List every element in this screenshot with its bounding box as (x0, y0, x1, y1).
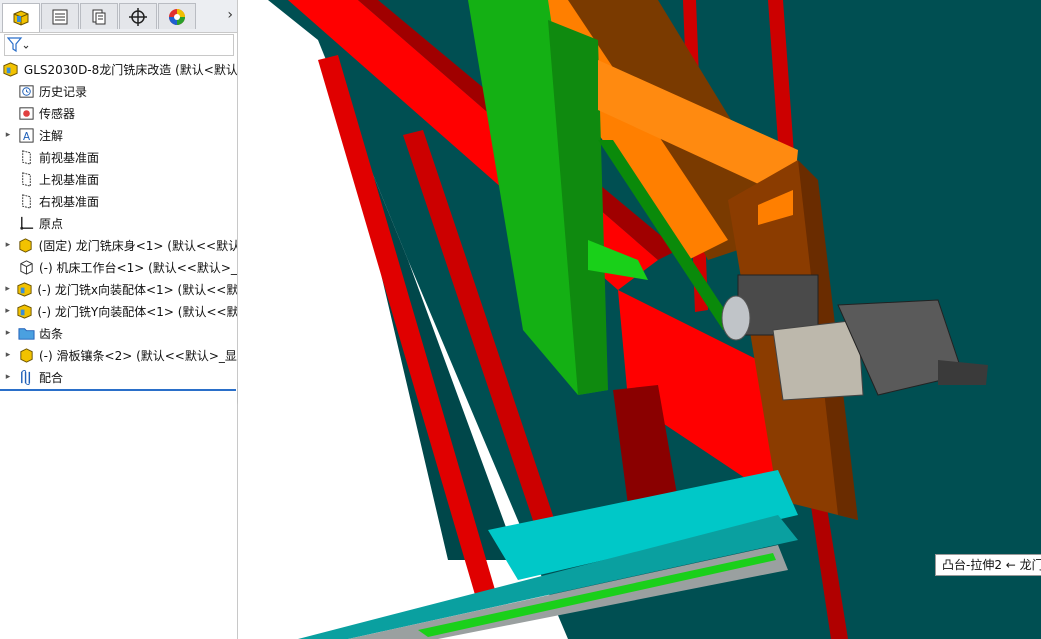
expand-arrow-icon[interactable]: ▸ (3, 372, 13, 382)
tab-property-manager[interactable] (41, 3, 79, 29)
plane-icon (17, 148, 35, 166)
feature-manager-panel: › GLS2030D-8龙门铣床改造 (默认<默认历史记录传感器 ▸ A 注解前视基准… (0, 0, 238, 639)
origin-icon (17, 214, 35, 232)
tree-item-label: 齿条 (39, 326, 64, 341)
spindle-disc (721, 295, 751, 341)
tab-dimxpert-manager[interactable] (119, 3, 157, 29)
assembly-icon (2, 60, 20, 78)
expand-arrow-icon[interactable]: ▸ (3, 350, 13, 360)
tree-item[interactable]: ▸ 齿条 (0, 322, 237, 344)
tree-item[interactable]: ▸ (-) 龙门铣Y向装配体<1> (默认<<默认 (0, 300, 237, 322)
tree-item[interactable]: 历史记录 (0, 80, 237, 102)
tree-item[interactable]: ▸ A 注解 (0, 124, 237, 146)
graphics-viewport[interactable] (238, 0, 1041, 639)
tree-item[interactable]: ▸ (-) 滑板镶条<2> (默认<<默认>_显 (0, 344, 237, 366)
tree-item-label: (-) 机床工作台<1> (默认<<默认>_ (39, 260, 237, 275)
tab-display-manager[interactable] (158, 3, 196, 29)
tree-item[interactable]: ▸ (-) 龙门铣x向装配体<1> (默认<<默认 (0, 278, 237, 300)
tree-item[interactable]: 右视基准面 (0, 190, 237, 212)
assembly-icon (16, 280, 33, 298)
tree-item-label: 前视基准面 (39, 150, 100, 165)
tree-item-label: (-) 龙门铣Y向装配体<1> (默认<<默认 (37, 304, 237, 319)
configuration-icon (92, 9, 106, 24)
hover-tooltip: 凸台-拉伸2 ← 龙门 (935, 554, 1041, 576)
tree-item[interactable]: 原点 (0, 212, 237, 234)
tree-item-label: 原点 (39, 216, 64, 231)
rollback-bar[interactable] (0, 389, 236, 391)
assembly-icon (13, 10, 29, 26)
annotation-icon: A (17, 126, 35, 144)
assembly-icon (16, 302, 33, 320)
sensor-icon (17, 104, 35, 122)
tabs-more-button[interactable]: › (227, 7, 233, 23)
tree-item[interactable]: 前视基准面 (0, 146, 237, 168)
tree-item-label: (固定) 龙门铣床身<1> (默认<<默认 (38, 238, 237, 253)
part-yellow-icon (17, 346, 35, 364)
expand-arrow-icon[interactable]: ▸ (3, 240, 13, 250)
tree-item[interactable]: 传感器 (0, 102, 237, 124)
svg-text:A: A (22, 131, 30, 143)
plane-icon (17, 192, 35, 210)
tab-configuration-manager[interactable] (80, 3, 118, 29)
property-icon (52, 9, 68, 24)
expand-arrow-icon[interactable]: ▸ (3, 306, 12, 316)
tree-item[interactable]: (-) 机床工作台<1> (默认<<默认>_ (0, 256, 237, 278)
history-icon (17, 82, 35, 100)
tree-item[interactable]: ▸ (固定) 龙门铣床身<1> (默认<<默认 (0, 234, 237, 256)
expand-arrow-icon[interactable]: ▸ (3, 130, 13, 140)
expand-arrow-icon[interactable]: ▸ (3, 284, 12, 294)
tree-item-label: 右视基准面 (39, 194, 100, 209)
model-view-canvas (238, 0, 1041, 639)
appearance-icon (169, 8, 185, 25)
tree-item-label: 上视基准面 (39, 172, 100, 187)
tree-item-label: (-) 龙门铣x向装配体<1> (默认<<默认 (37, 282, 237, 297)
tree-item[interactable]: GLS2030D-8龙门铣床改造 (默认<默认 (0, 58, 237, 80)
feature-tree: GLS2030D-8龙门铣床改造 (默认<默认历史记录传感器 ▸ A 注解前视基准面上… (0, 58, 237, 388)
crosshair-icon (129, 7, 147, 26)
expand-arrow-icon[interactable]: ▸ (3, 328, 13, 338)
tree-item-label: 配合 (39, 370, 64, 385)
folder-icon (17, 324, 35, 342)
tree-item-label: 传感器 (39, 106, 76, 121)
manager-tabs: › (0, 0, 237, 33)
filter-bar[interactable] (4, 34, 234, 56)
tree-item[interactable]: ▸ 配合 (0, 366, 237, 388)
tree-item-label: GLS2030D-8龙门铣床改造 (默认<默认 (23, 62, 237, 77)
tree-item[interactable]: 上视基准面 (0, 168, 237, 190)
tab-feature-manager[interactable] (2, 3, 40, 32)
tree-item-label: 历史记录 (39, 84, 88, 99)
part-yellow-icon (17, 236, 35, 254)
part-outline-icon (17, 258, 35, 276)
plane-icon (17, 170, 35, 188)
mates-icon (17, 368, 35, 386)
filter-icon[interactable] (7, 37, 31, 53)
tree-item-label: (-) 滑板镶条<2> (默认<<默认>_显 (39, 348, 237, 363)
tree-item-label: 注解 (39, 128, 64, 143)
